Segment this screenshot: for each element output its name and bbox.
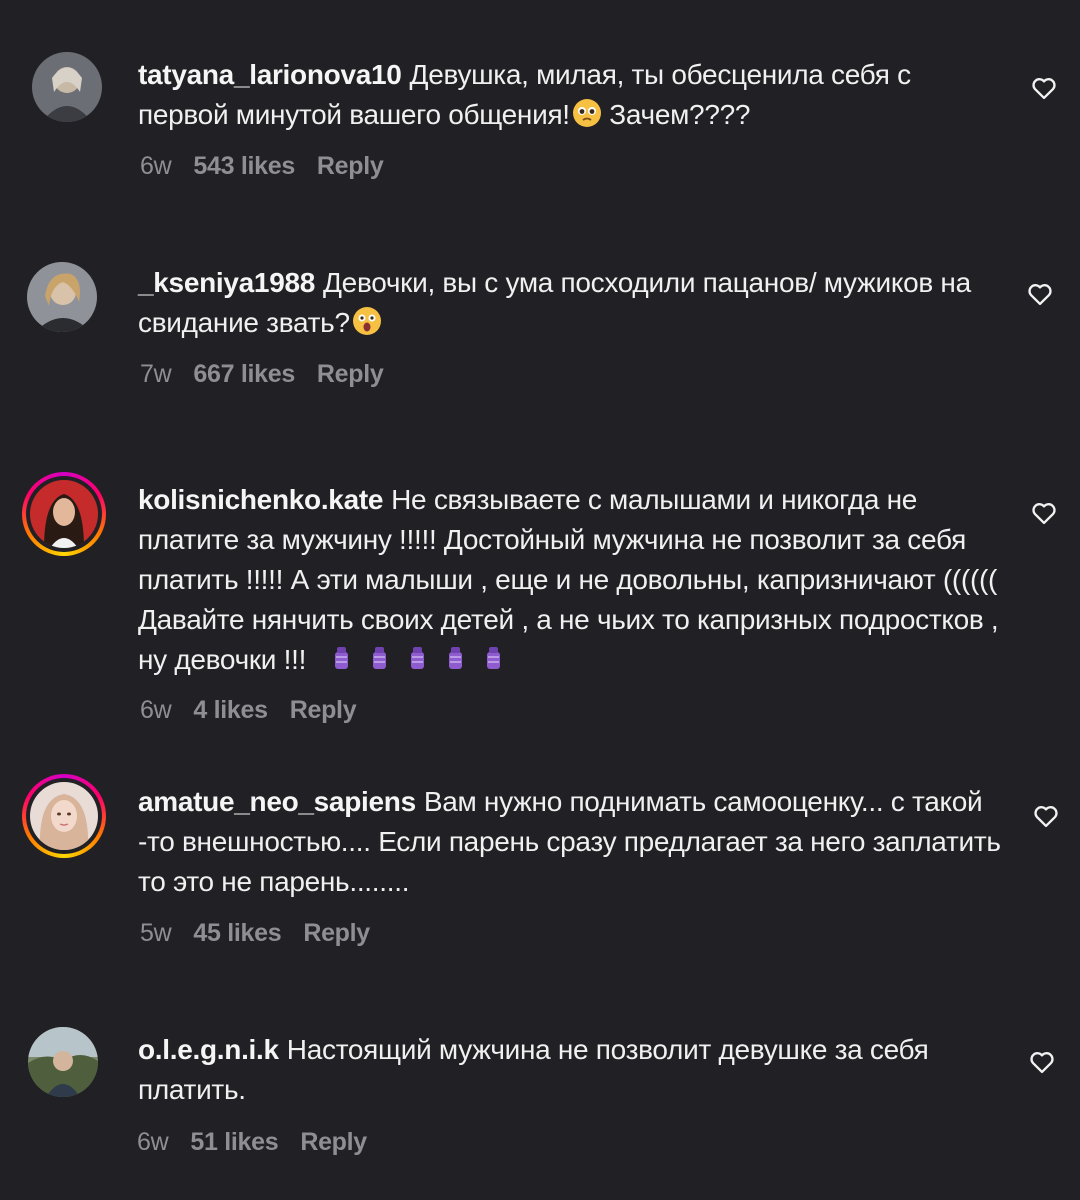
comment-body: _kseniya1988 Девочки, вы с ума посходили …	[138, 263, 1008, 347]
comment-meta: 6w 543 likes Reply	[140, 152, 406, 181]
comment-body: tatyana_larionova10 Девушка, милая, ты об…	[138, 55, 1008, 139]
heart-outline-icon[interactable]	[1028, 1048, 1056, 1076]
comment-time: 6w	[137, 1128, 169, 1156]
pleading-face-emoji-icon	[572, 98, 602, 139]
astonished-face-emoji-icon	[352, 306, 382, 347]
comment-username[interactable]: _kseniya1988	[138, 267, 315, 298]
comment-body: o.l.e.g.n.i.k Настоящий мужчина не позвол…	[138, 1030, 1008, 1110]
reply-button[interactable]: Reply	[317, 360, 384, 388]
heart-outline-icon[interactable]	[1032, 802, 1060, 830]
avatar-with-story-ring[interactable]	[22, 774, 106, 858]
comment-body: kolisnichenko.kate Не связываете с малыша…	[138, 480, 1008, 684]
comment-time: 7w	[140, 360, 172, 388]
comment-username[interactable]: kolisnichenko.kate	[138, 484, 383, 515]
comment-meta: 5w 45 likes Reply	[140, 919, 392, 948]
comment-likes[interactable]: 45 likes	[193, 919, 281, 947]
baby-bottle-emoji-icon	[478, 643, 508, 684]
comment-likes[interactable]: 4 likes	[193, 696, 268, 724]
comment-meta: 6w 51 likes Reply	[137, 1128, 389, 1157]
heart-outline-icon[interactable]	[1030, 74, 1058, 102]
reply-button[interactable]: Reply	[303, 919, 370, 947]
comment-username[interactable]: amatue_neo_sapiens	[138, 786, 416, 817]
comment-username[interactable]: o.l.e.g.n.i.k	[138, 1034, 279, 1065]
avatar[interactable]	[32, 52, 102, 122]
comment-likes[interactable]: 543 likes	[193, 152, 295, 180]
comment-meta: 6w 4 likes Reply	[140, 696, 378, 725]
heart-outline-icon[interactable]	[1030, 499, 1058, 527]
baby-bottle-emoji-icon	[402, 643, 432, 684]
comment-body: amatue_neo_sapiens Вам нужно поднимать са…	[138, 782, 1008, 902]
comment-likes[interactable]: 51 likes	[190, 1128, 278, 1156]
reply-button[interactable]: Reply	[290, 696, 357, 724]
reply-button[interactable]: Reply	[317, 152, 384, 180]
reply-button[interactable]: Reply	[300, 1128, 367, 1156]
comment-time: 5w	[140, 919, 172, 947]
baby-bottle-emoji-icon	[326, 643, 356, 684]
comment-likes[interactable]: 667 likes	[193, 360, 295, 388]
comment-time: 6w	[140, 696, 172, 724]
baby-bottle-emoji-icon	[364, 643, 394, 684]
comment-text-end: Зачем????	[601, 99, 751, 130]
comment-time: 6w	[140, 152, 172, 180]
baby-bottle-emoji-icon	[440, 643, 470, 684]
comment-meta: 7w 667 likes Reply	[140, 360, 406, 389]
avatar[interactable]	[27, 262, 97, 332]
avatar-with-story-ring[interactable]	[22, 472, 106, 556]
heart-outline-icon[interactable]	[1026, 280, 1054, 308]
comment-username[interactable]: tatyana_larionova10	[138, 59, 402, 90]
avatar[interactable]	[28, 1027, 98, 1097]
